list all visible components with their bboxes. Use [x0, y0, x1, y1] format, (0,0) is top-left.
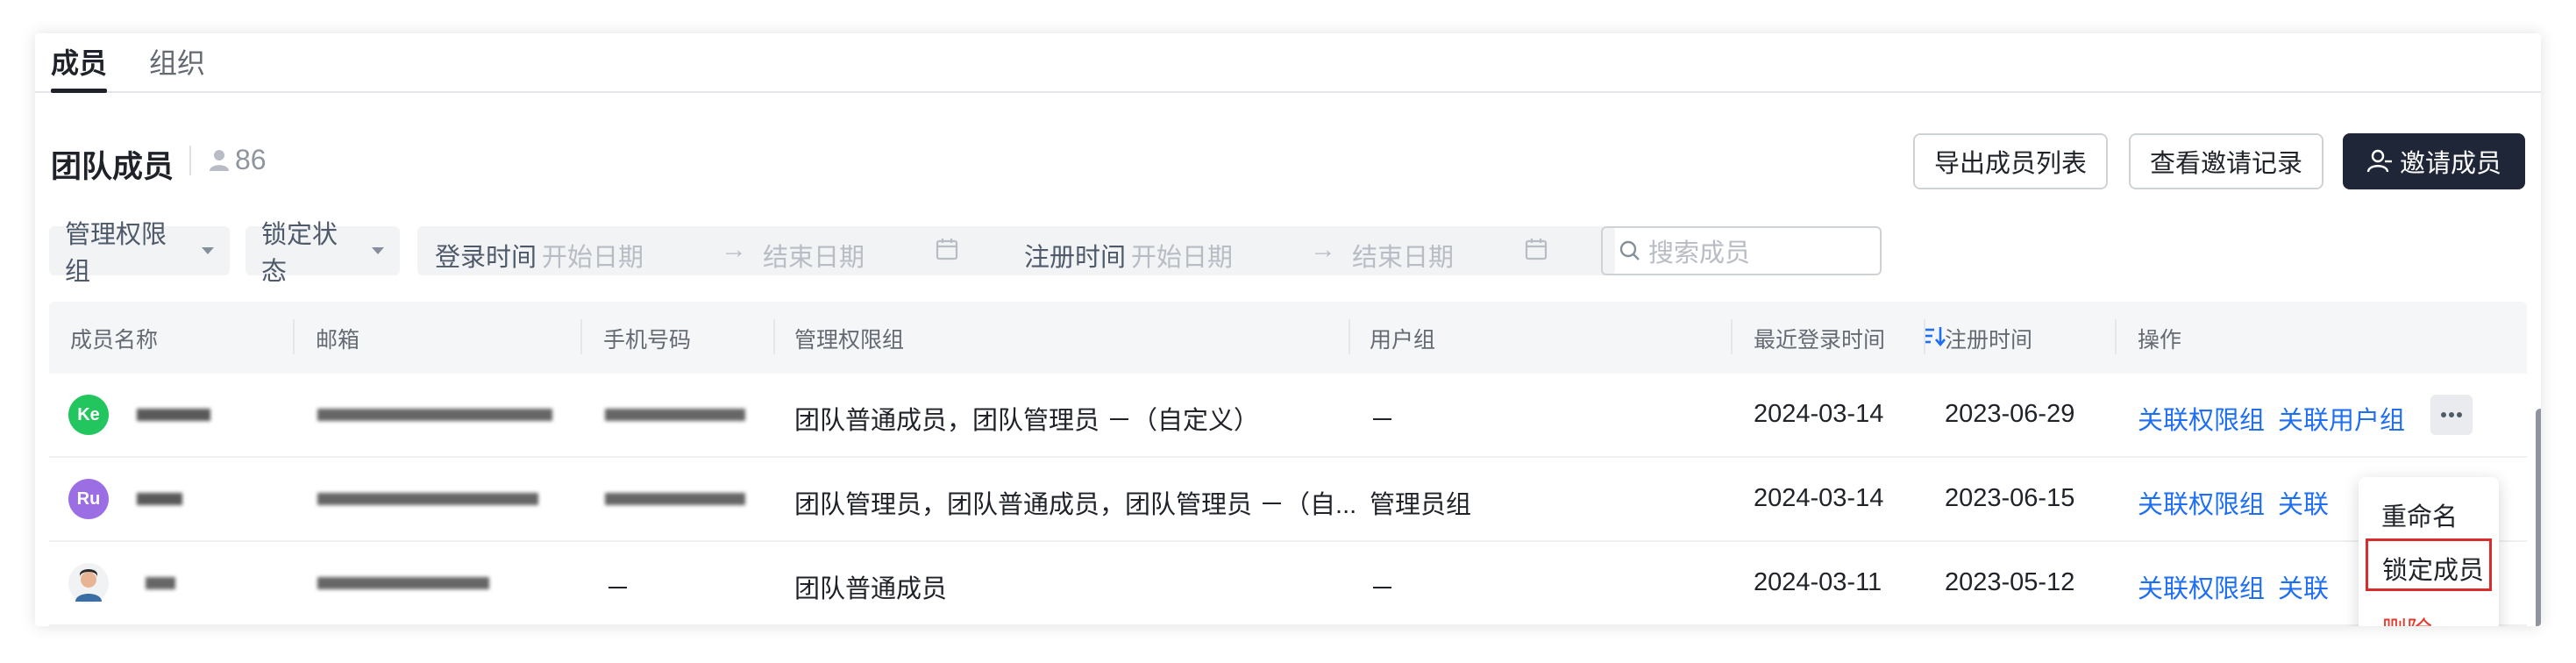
range-arrow: →	[721, 235, 747, 264]
invite-records-button[interactable]: 查看邀请记录	[2129, 133, 2323, 189]
register-start-date-input[interactable]: 开始日期	[1131, 237, 1233, 274]
tab-bar: 成员 组织	[35, 33, 2541, 93]
lock-status-filter-label: 锁定状态	[261, 221, 338, 286]
menu-item-rename[interactable]: 重命名	[2381, 496, 2458, 533]
link-user-group-link[interactable]: 关联用户组	[2278, 400, 2405, 437]
login-time-filter[interactable]: 登录时间 开始日期 → 结束日期	[417, 226, 1026, 275]
search-placeholder: 搜索成员	[1648, 239, 1751, 267]
invite-member-button[interactable]: 邀请成员	[2343, 133, 2525, 189]
members-panel: 成员 组织 团队成员 86 导出成员列表 查看邀请记录 邀请成员 管理权限组 锁…	[35, 33, 2541, 626]
member-count-value: 86	[235, 144, 267, 175]
member-name-redacted	[146, 577, 175, 589]
column-header: 成员名称	[70, 328, 159, 353]
user-group: －	[1370, 575, 1396, 603]
title-divider	[189, 146, 191, 175]
tab-organization[interactable]: 组织	[149, 42, 205, 91]
last-login-time: 2024-03-14	[1754, 400, 1884, 428]
register-end-date-input[interactable]: 结束日期	[1352, 237, 1454, 274]
table-row: Ke 团队普通成员，团队管理员 －（自定义） － 2024-03-14 2023…	[49, 374, 2527, 458]
tab-members[interactable]: 成员	[51, 42, 108, 93]
link-role-group-link[interactable]: 关联权限组	[2138, 400, 2265, 437]
register-time: 2023-06-29	[1945, 400, 2075, 428]
table-row: Ru 团队管理员，团队普通成员，团队管理员 －（自... 管理员组 2024-0…	[49, 458, 2527, 542]
login-end-date-input[interactable]: 结束日期	[763, 237, 865, 274]
column-header: 管理权限组	[794, 328, 905, 353]
user-group: 管理员组	[1370, 491, 1472, 519]
register-time-filter[interactable]: 注册时间 开始日期 → 结束日期	[1007, 226, 1615, 275]
link-role-group-link[interactable]: 关联权限组	[2138, 484, 2265, 521]
role-group-filter-label: 管理权限组	[65, 221, 167, 286]
avatar: Ke	[68, 395, 109, 435]
column-header: 注册时间	[1945, 328, 2033, 353]
role-group-filter[interactable]: 管理权限组	[49, 221, 230, 286]
page-title: 团队成员	[51, 150, 174, 184]
register-time-label: 注册时间	[1024, 244, 1127, 272]
phone-redacted	[605, 493, 745, 505]
menu-item-delete[interactable]: 删除	[2381, 610, 2432, 626]
user-group: －	[1370, 407, 1396, 435]
phone-number: －	[605, 575, 631, 603]
column-divider	[580, 319, 582, 354]
search-icon	[1619, 240, 1640, 260]
link-user-group-link[interactable]: 关联	[2278, 568, 2329, 605]
member-name-redacted	[137, 493, 182, 505]
search-input[interactable]: 搜索成员	[1601, 226, 1882, 275]
menu-item-lock-member[interactable]: 锁定成员	[2366, 538, 2492, 591]
avatar: Ru	[68, 479, 109, 519]
table-header: 成员名称 邮箱 手机号码 管理权限组 用户组 最近登录时间 注册时间 操作	[49, 302, 2527, 374]
range-arrow: →	[1310, 235, 1336, 264]
calendar-icon	[936, 239, 958, 260]
invite-member-label: 邀请成员	[2399, 150, 2501, 178]
avatar	[68, 563, 109, 603]
email-redacted	[317, 577, 489, 589]
lock-status-filter[interactable]: 锁定状态	[246, 221, 400, 286]
more-actions-menu: 重命名 锁定成员 删除	[2359, 477, 2499, 626]
calendar-icon	[1525, 239, 1548, 260]
phone-redacted	[605, 409, 745, 421]
column-divider	[773, 319, 775, 354]
register-time: 2023-05-12	[1945, 568, 2075, 596]
member-name-redacted	[137, 409, 210, 421]
export-members-button[interactable]: 导出成员列表	[1913, 133, 2108, 189]
member-count: 86	[209, 144, 267, 176]
role-groups: 团队普通成员	[794, 575, 948, 603]
email-redacted	[317, 493, 538, 505]
more-actions-button[interactable]	[2430, 395, 2473, 435]
last-login-time: 2024-03-14	[1754, 484, 1884, 512]
column-divider	[293, 319, 295, 354]
column-header: 操作	[2138, 328, 2182, 353]
link-role-group-link[interactable]: 关联权限组	[2138, 568, 2265, 605]
column-divider	[1924, 319, 1925, 354]
email-redacted	[317, 409, 552, 421]
register-time: 2023-06-15	[1945, 484, 2075, 512]
add-user-icon	[2366, 149, 2392, 173]
scrollbar-thumb[interactable]	[2536, 409, 2541, 626]
column-header-sortable[interactable]: 最近登录时间	[1754, 323, 1885, 354]
column-divider	[1348, 319, 1350, 354]
column-header: 邮箱	[316, 328, 360, 353]
login-time-label: 登录时间	[435, 244, 537, 272]
role-groups: 团队普通成员，团队管理员 －（自定义）	[794, 407, 1260, 435]
link-user-group-link[interactable]: 关联	[2278, 484, 2329, 521]
login-start-date-input[interactable]: 开始日期	[542, 237, 644, 274]
last-login-time: 2024-03-11	[1754, 568, 1882, 596]
column-divider	[2115, 319, 2117, 354]
column-header: 用户组	[1370, 328, 1436, 353]
caret-down-icon	[202, 247, 214, 254]
sort-desc-icon[interactable]	[1924, 324, 1946, 347]
more-horizontal-icon	[2441, 412, 2462, 417]
caret-down-icon	[372, 247, 384, 254]
column-divider	[1731, 319, 1733, 354]
user-icon	[210, 149, 229, 171]
column-header: 手机号码	[603, 328, 692, 353]
role-groups: 团队管理员，团队普通成员，团队管理员 －（自...	[794, 491, 1357, 519]
table-row: － 团队普通成员 － 2024-03-11 2023-05-12 关联权限组 关…	[49, 542, 2527, 626]
